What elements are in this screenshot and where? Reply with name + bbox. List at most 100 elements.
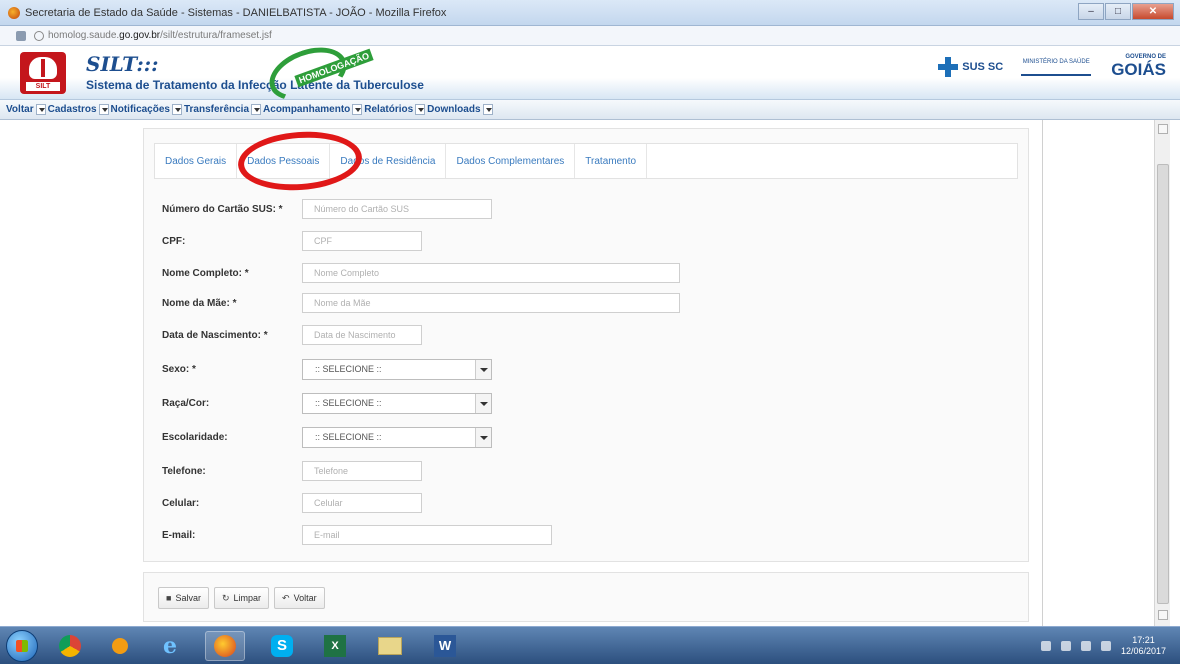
chevron-down-icon[interactable] bbox=[98, 104, 109, 115]
clock-date: 12/06/2017 bbox=[1120, 646, 1166, 656]
menu-label: Notificações bbox=[110, 104, 170, 115]
bookmarks-icon[interactable] bbox=[16, 30, 26, 41]
maximize-button[interactable]: □ bbox=[1105, 3, 1131, 20]
menu-relatorios[interactable]: Relatórios bbox=[364, 104, 426, 115]
chevron-down-icon[interactable] bbox=[415, 104, 426, 115]
cartao-sus-label: Número do Cartão SUS: * bbox=[162, 203, 283, 215]
menu-label: Acompanhamento bbox=[263, 104, 351, 115]
chevron-down-icon[interactable] bbox=[482, 104, 493, 115]
cpf-label: CPF: bbox=[162, 235, 186, 247]
mae-input[interactable]: Nome da Mãe bbox=[302, 293, 680, 313]
chrome-icon[interactable] bbox=[50, 631, 90, 661]
tab-dados-gerais[interactable]: Dados Gerais bbox=[155, 144, 238, 178]
row-telefone: Telefone: Telefone bbox=[162, 461, 422, 481]
close-button[interactable]: ✕ bbox=[1132, 3, 1174, 20]
scroll-down-icon[interactable] bbox=[1158, 610, 1168, 620]
cpf-input[interactable]: CPF bbox=[302, 231, 422, 251]
save-button[interactable]: ■ Salvar bbox=[158, 587, 209, 609]
nascimento-input[interactable]: Data de Nascimento bbox=[302, 325, 422, 345]
email-input[interactable]: E-mail bbox=[302, 525, 552, 545]
row-escolaridade: Escolaridade: :: SELECIONE :: bbox=[162, 426, 492, 448]
file-manager-icon[interactable] bbox=[370, 631, 410, 661]
vertical-scrollbar[interactable] bbox=[1154, 120, 1170, 626]
row-celular: Celular: Celular bbox=[162, 493, 422, 513]
row-mae: Nome da Mãe: * Nome da Mãe bbox=[162, 293, 680, 313]
volume-icon[interactable] bbox=[1100, 641, 1111, 651]
url-path: /silt/estrutura/frameset.jsf bbox=[160, 30, 272, 41]
menu-transferencia[interactable]: Transferência bbox=[184, 104, 262, 115]
refresh-icon: ↻ bbox=[221, 592, 230, 603]
menu-notificacoes[interactable]: Notificações bbox=[111, 104, 182, 115]
chevron-down-icon[interactable] bbox=[475, 393, 491, 413]
chevron-down-icon[interactable] bbox=[35, 104, 46, 115]
scroll-up-icon[interactable] bbox=[1158, 124, 1168, 134]
logo-tag: SILT bbox=[26, 82, 60, 91]
nome-input[interactable]: Nome Completo bbox=[302, 263, 680, 283]
menu-acompanhamento[interactable]: Acompanhamento bbox=[263, 104, 363, 115]
menu-voltar[interactable]: Voltar bbox=[6, 104, 46, 115]
goias-logo: GOVERNO DE GOIÁS bbox=[1111, 54, 1166, 80]
url-bar[interactable]: homolog.saude. go.gov.br/silt/estrutura/f… bbox=[0, 26, 1180, 46]
site-identity-icon[interactable] bbox=[34, 30, 44, 41]
menu-label: Voltar bbox=[6, 104, 34, 115]
clock[interactable]: 17:21 12/06/2017 bbox=[1121, 635, 1166, 657]
menu-label: Cadastros bbox=[47, 104, 97, 115]
clear-button[interactable]: ↻ Limpar bbox=[213, 587, 270, 609]
back-button[interactable]: ↶ Voltar bbox=[274, 587, 325, 609]
main-menu: Voltar Cadastros Notificações Transferên… bbox=[0, 100, 1180, 120]
escolaridade-value: :: SELECIONE :: bbox=[315, 432, 382, 442]
minimize-button[interactable]: – bbox=[1078, 3, 1104, 20]
tab-tratamento[interactable]: Tratamento bbox=[575, 144, 648, 178]
floppy-icon: ■ bbox=[166, 593, 172, 603]
telefone-input[interactable]: Telefone bbox=[302, 461, 422, 481]
sexo-value: :: SELECIONE :: bbox=[315, 364, 382, 374]
sexo-select[interactable]: :: SELECIONE :: bbox=[302, 358, 492, 380]
raca-select[interactable]: :: SELECIONE :: bbox=[302, 392, 492, 414]
chevron-down-icon[interactable] bbox=[475, 427, 491, 447]
celular-label: Celular: bbox=[162, 497, 200, 509]
system-tray: 17:21 12/06/2017 bbox=[920, 627, 1180, 665]
raca-value: :: SELECIONE :: bbox=[315, 398, 382, 408]
header-logos: SUS SC MINISTÉRIO DA SAÚDE GOVERNO DE GO… bbox=[938, 54, 1166, 80]
menu-cadastros[interactable]: Cadastros bbox=[48, 104, 109, 115]
language-icon[interactable] bbox=[1040, 641, 1051, 651]
excel-icon[interactable]: X bbox=[315, 631, 355, 661]
silt-logo: SILT bbox=[20, 52, 66, 94]
start-button[interactable] bbox=[6, 630, 38, 662]
url-domain: go.gov.br bbox=[119, 30, 161, 41]
internet-explorer-icon[interactable]: e bbox=[150, 631, 190, 661]
main-content: Dados Gerais Dados Pessoais Dados de Res… bbox=[0, 120, 1170, 626]
firefox-taskbar-icon[interactable] bbox=[205, 631, 245, 661]
windows-taskbar: e S X W 17:21 12/06/2017 bbox=[0, 626, 1180, 664]
chevron-down-icon[interactable] bbox=[352, 104, 363, 115]
flag-icon[interactable] bbox=[1080, 641, 1091, 651]
nascimento-label: Data de Nascimento: * bbox=[162, 329, 268, 341]
action-buttons: ■ Salvar ↻ Limpar ↶ Voltar bbox=[158, 587, 330, 609]
tab-dados-complementares[interactable]: Dados Complementares bbox=[446, 144, 576, 178]
firefox-icon bbox=[8, 6, 20, 19]
app-header: SILT SILT::: Sistema de Tratamento da In… bbox=[0, 46, 1180, 100]
word-icon[interactable]: W bbox=[425, 631, 465, 661]
save-label: Salvar bbox=[175, 593, 201, 603]
system-subtitle: Sistema de Tratamento da Infecção Latent… bbox=[86, 78, 424, 92]
skype-icon[interactable]: S bbox=[262, 631, 302, 661]
window-controls: – □ ✕ bbox=[1077, 3, 1174, 20]
row-raca: Raça/Cor: :: SELECIONE :: bbox=[162, 392, 492, 414]
telefone-label: Telefone: bbox=[162, 465, 206, 477]
url-prefix: homolog.saude. bbox=[48, 30, 120, 41]
clock-time: 17:21 bbox=[1132, 635, 1155, 645]
chevron-down-icon[interactable] bbox=[171, 104, 182, 115]
chevron-down-icon[interactable] bbox=[475, 359, 491, 379]
scroll-thumb[interactable] bbox=[1157, 164, 1169, 604]
sus-label: SUS SC bbox=[962, 61, 1004, 73]
network-icon[interactable] bbox=[1060, 641, 1071, 651]
cartao-sus-input[interactable]: Número do Cartão SUS bbox=[302, 199, 492, 219]
celular-input[interactable]: Celular bbox=[302, 493, 422, 513]
chevron-down-icon[interactable] bbox=[251, 104, 262, 115]
menu-downloads[interactable]: Downloads bbox=[427, 104, 493, 115]
clear-label: Limpar bbox=[233, 593, 262, 603]
form-actions: ■ Salvar ↻ Limpar ↶ Voltar bbox=[143, 572, 1029, 622]
media-player-icon[interactable] bbox=[100, 631, 140, 661]
escolaridade-select[interactable]: :: SELECIONE :: bbox=[302, 426, 492, 448]
email-label: E-mail: bbox=[162, 529, 196, 541]
